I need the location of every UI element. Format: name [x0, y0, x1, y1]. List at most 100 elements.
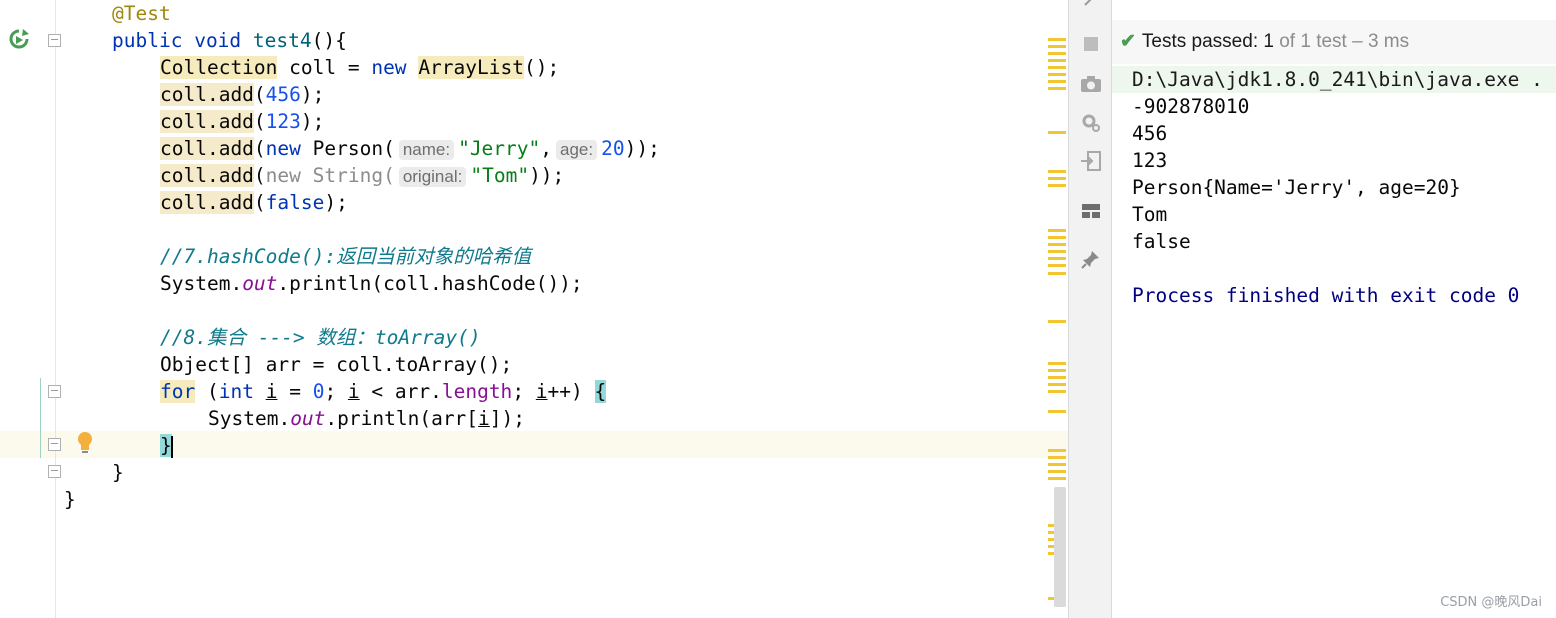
keyword: public	[112, 29, 183, 52]
layout-icon[interactable]	[1079, 199, 1103, 223]
stripe-mark[interactable]	[1048, 73, 1066, 76]
stripe-mark[interactable]	[1048, 52, 1066, 55]
stripe-mark[interactable]	[1048, 87, 1066, 90]
fold-marker-icon[interactable]	[48, 465, 61, 478]
stripe-mark[interactable]	[1048, 236, 1066, 239]
stripe-mark[interactable]	[1048, 463, 1066, 466]
code-line: coll.add(123);	[160, 108, 324, 135]
code-text-dimmed: new String(	[265, 164, 395, 187]
settings-icon[interactable]	[1079, 111, 1103, 135]
keyword: new	[265, 137, 301, 160]
stripe-mark[interactable]	[1048, 45, 1066, 48]
code-text: coll =	[277, 56, 372, 79]
gutter-separator	[55, 0, 56, 618]
loop-variable: i	[478, 407, 490, 430]
run-console[interactable]: ✔ Tests passed: 1 of 1 test – 3 ms D:\Jav…	[1112, 0, 1556, 618]
static-field: out	[290, 407, 326, 430]
code-line: coll.add(new String(original: "Tom"));	[160, 162, 564, 189]
code-text: );	[300, 83, 325, 106]
code-line: }	[160, 432, 173, 459]
code-text: ;	[512, 380, 536, 403]
code-text: (){	[311, 29, 347, 52]
code-editor[interactable]: @Test public void test4(){ Collection co…	[0, 0, 1068, 618]
stripe-mark[interactable]	[1048, 456, 1066, 459]
method-call: coll.add	[160, 164, 254, 187]
stripe-mark[interactable]	[1048, 131, 1066, 134]
code-text: ;	[324, 380, 348, 403]
code-line: }	[64, 488, 76, 511]
stripe-mark[interactable]	[1048, 376, 1066, 379]
tests-summary: of 1 test – 3 ms	[1279, 31, 1410, 52]
code-text: System.	[208, 407, 291, 430]
stripe-mark[interactable]	[1048, 59, 1066, 62]
stripe-mark[interactable]	[1048, 362, 1066, 365]
stripe-mark[interactable]	[1048, 264, 1066, 267]
code-line-collection: Collection coll = new ArrayList();	[160, 54, 559, 81]
static-field: out	[242, 272, 278, 295]
stripe-mark[interactable]	[1048, 257, 1066, 260]
number-literal: 20	[601, 137, 625, 160]
code-line-method: public void test4(){	[112, 27, 347, 54]
stripe-mark[interactable]	[1048, 410, 1066, 413]
stripe-mark[interactable]	[1048, 229, 1066, 232]
text-cursor	[170, 435, 173, 458]
stripe-mark[interactable]	[1048, 250, 1066, 253]
code-text: System.	[160, 272, 243, 295]
editor-scrollbar[interactable]	[1054, 487, 1066, 607]
stripe-mark[interactable]	[1048, 369, 1066, 372]
keyword: for	[160, 380, 196, 403]
code-text: < arr.	[359, 380, 442, 403]
method-call: coll.add	[160, 137, 254, 160]
code-text: ]);	[489, 407, 526, 430]
annotation: @Test	[112, 2, 171, 25]
stripe-mark[interactable]	[1048, 80, 1066, 83]
stripe-mark[interactable]	[1048, 470, 1066, 473]
stripe-mark[interactable]	[1048, 477, 1066, 480]
number-literal: 456	[265, 83, 301, 106]
stripe-mark[interactable]	[1048, 177, 1066, 180]
stripe-mark[interactable]	[1048, 272, 1066, 275]
code-text: ();	[523, 56, 560, 79]
code-line: coll.add(new Person(name: "Jerry", age: 20)…	[160, 135, 660, 162]
parameter-hint: original:	[398, 167, 467, 187]
matched-brace: {	[594, 380, 607, 403]
keyword: new	[371, 56, 407, 79]
field-name: length	[441, 380, 513, 403]
parameter-hint: age:	[556, 140, 598, 160]
stripe-mark[interactable]	[1048, 184, 1066, 187]
stripe-mark[interactable]	[1048, 320, 1066, 323]
keyword: false	[265, 191, 325, 214]
fold-marker-icon[interactable]	[48, 385, 61, 398]
stripe-mark[interactable]	[1048, 390, 1066, 393]
method-call: coll.add	[160, 191, 254, 214]
exit-icon[interactable]	[1079, 149, 1103, 173]
stripe-mark[interactable]	[1048, 449, 1066, 452]
code-line-annotation: @Test	[112, 0, 171, 27]
code-text: (	[253, 164, 266, 187]
stripe-mark[interactable]	[1048, 243, 1066, 246]
stop-icon[interactable]	[1079, 32, 1103, 56]
code-line: System.out.println(coll.hashCode());	[160, 270, 583, 297]
pin-icon[interactable]	[1079, 247, 1103, 271]
change-marker	[40, 378, 41, 458]
rerun-icon[interactable]	[1079, 0, 1103, 14]
stripe-mark[interactable]	[1048, 383, 1066, 386]
code-line: coll.add(456);	[160, 81, 324, 108]
camera-icon[interactable]	[1079, 72, 1103, 96]
console-output-line: 456	[1132, 122, 1168, 145]
code-text: (	[253, 191, 266, 214]
fold-marker-icon[interactable]	[48, 34, 61, 47]
stripe-mark[interactable]	[1048, 66, 1066, 69]
code-line: coll.add(false);	[160, 189, 348, 216]
run-toolbar	[1068, 0, 1112, 618]
stripe-mark[interactable]	[1048, 38, 1066, 41]
number-literal: 123	[265, 110, 301, 133]
lightbulb-icon[interactable]	[75, 430, 95, 458]
run-test-icon[interactable]	[8, 28, 30, 54]
console-output-line: Tom	[1132, 203, 1168, 226]
method-call: coll.add	[160, 110, 254, 133]
fold-marker-icon[interactable]	[48, 438, 61, 451]
stripe-mark[interactable]	[1048, 170, 1066, 173]
code-line: System.out.println(arr[i]);	[208, 405, 525, 432]
